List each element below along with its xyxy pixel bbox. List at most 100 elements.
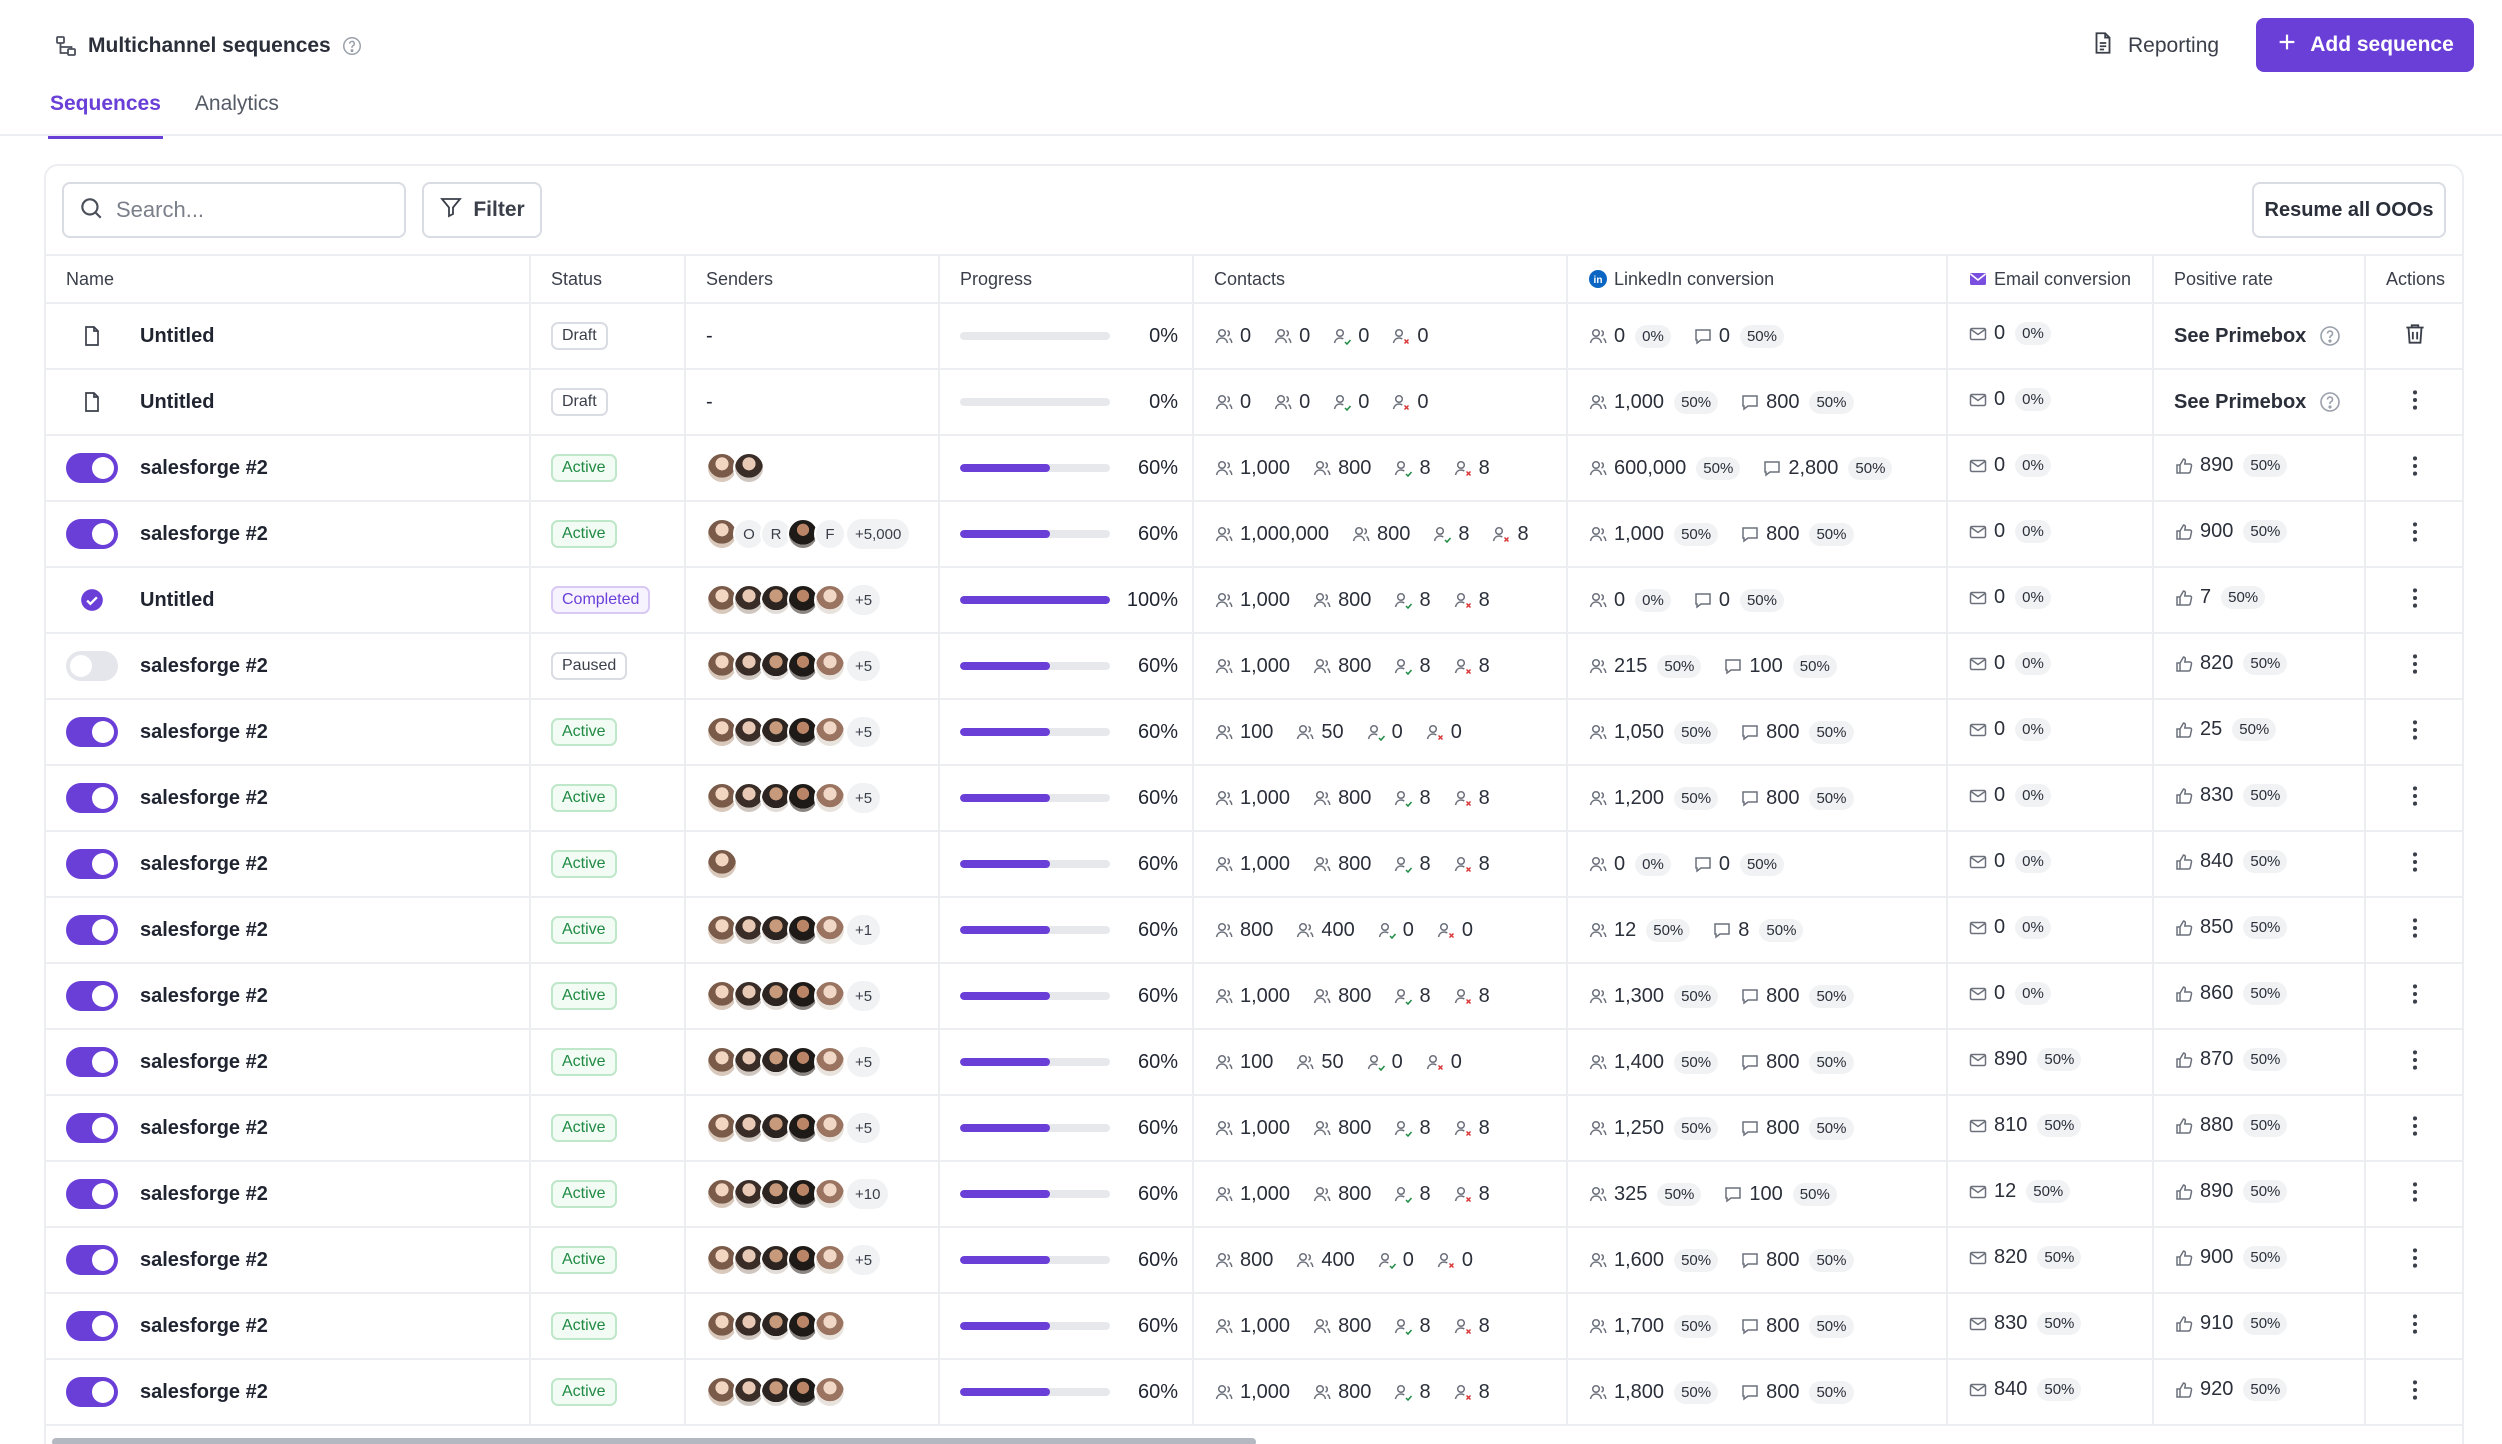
sequence-toggle[interactable]	[66, 981, 118, 1011]
table-row[interactable]: salesforge #2 Active 60% 1,000 800 8 8 1,80…	[46, 1359, 2462, 1426]
sequence-toggle[interactable]	[66, 1113, 118, 1143]
sequence-name[interactable]: salesforge #2	[140, 1249, 268, 1272]
help-icon[interactable]	[341, 35, 363, 57]
senders-stack[interactable]: +5	[706, 716, 937, 748]
sequence-toggle[interactable]	[66, 1311, 118, 1341]
sequence-toggle[interactable]	[66, 1245, 118, 1275]
col-status[interactable]: Status	[530, 254, 686, 304]
sequence-name[interactable]: Untitled	[140, 391, 214, 414]
more-vertical-icon[interactable]	[2400, 781, 2430, 811]
table-row[interactable]: salesforge #2 Active +5 60% 100 50 0 0 1,40…	[46, 1029, 2462, 1096]
sequence-toggle[interactable]	[66, 1047, 118, 1077]
reporting-link[interactable]: Reporting	[2090, 24, 2219, 68]
table-row[interactable]: salesforge #2 Active +1 60% 800 400 0 0 12 5…	[46, 897, 2462, 964]
sequence-toggle[interactable]	[66, 915, 118, 945]
sequence-toggle[interactable]	[66, 519, 118, 549]
col-contacts[interactable]: Contacts	[1193, 254, 1568, 304]
more-vertical-icon[interactable]	[2400, 451, 2430, 481]
table-row[interactable]: salesforge #2 Active 60% 1,000 800 8 8 600,…	[46, 435, 2462, 502]
more-vertical-icon[interactable]	[2400, 847, 2430, 877]
search-input[interactable]	[116, 197, 386, 223]
more-vertical-icon[interactable]	[2400, 979, 2430, 1009]
more-vertical-icon[interactable]	[2400, 1243, 2430, 1273]
more-vertical-icon[interactable]	[2400, 1045, 2430, 1075]
senders-stack[interactable]: +5	[706, 584, 937, 616]
col-positive-rate[interactable]: Positive rate	[2153, 254, 2366, 304]
senders-stack[interactable]: +5	[706, 1244, 937, 1276]
table-row[interactable]: salesforge #2 Active +5 60% 1,000 800 8 8 1…	[46, 963, 2462, 1030]
sequence-name[interactable]: salesforge #2	[140, 721, 268, 744]
senders-stack[interactable]: +5	[706, 980, 937, 1012]
sequence-name[interactable]: Untitled	[140, 325, 214, 348]
tab-sequences[interactable]: Sequences	[48, 92, 163, 139]
sequence-name[interactable]: salesforge #2	[140, 457, 268, 480]
more-vertical-icon[interactable]	[2400, 1177, 2430, 1207]
resume-all-ooos-button[interactable]: Resume all OOOs	[2252, 182, 2446, 238]
col-linkedin-conversion[interactable]: in LinkedIn conversion	[1567, 254, 1948, 304]
sequence-toggle[interactable]	[66, 849, 118, 879]
more-vertical-icon[interactable]	[2400, 583, 2430, 613]
table-row[interactable]: salesforge #2 Paused +5 60% 1,000 800 8 8 2…	[46, 633, 2462, 700]
filter-button[interactable]: Filter	[422, 182, 542, 238]
more-vertical-icon[interactable]	[2400, 913, 2430, 943]
senders-stack[interactable]	[706, 1310, 937, 1342]
senders-stack[interactable]: +5	[706, 1046, 937, 1078]
more-vertical-icon[interactable]	[2400, 1309, 2430, 1339]
senders-stack[interactable]: +1	[706, 914, 937, 946]
senders-stack[interactable]: O R F +5,000	[706, 518, 937, 550]
sequence-toggle[interactable]	[66, 1377, 118, 1407]
senders-stack[interactable]: +10	[706, 1178, 937, 1210]
see-primebox-link[interactable]: See Primebox	[2174, 390, 2363, 414]
table-row[interactable]: Untitled Completed +5 100% 1,000 800 8 8 00…	[46, 567, 2462, 634]
table-row[interactable]: salesforge #2 Active O R F +5,000 60% 1,000…	[46, 501, 2462, 568]
search-box[interactable]	[62, 182, 406, 238]
sequence-name[interactable]: salesforge #2	[140, 1117, 268, 1140]
col-name[interactable]: Name	[46, 254, 531, 304]
sequence-toggle[interactable]	[66, 717, 118, 747]
more-vertical-icon[interactable]	[2400, 1375, 2430, 1405]
see-primebox-link[interactable]: See Primebox	[2174, 324, 2363, 348]
more-vertical-icon[interactable]	[2400, 715, 2430, 745]
table-row[interactable]: salesforge #2 Active +5 60% 1,000 800 8 8 1…	[46, 765, 2462, 832]
more-vertical-icon[interactable]	[2400, 517, 2430, 547]
more-vertical-icon[interactable]	[2400, 385, 2430, 415]
sequence-name[interactable]: salesforge #2	[140, 919, 268, 942]
scrollbar-thumb[interactable]	[52, 1438, 1256, 1444]
sequence-name[interactable]: salesforge #2	[140, 1051, 268, 1074]
senders-stack[interactable]	[706, 848, 937, 880]
sequence-name[interactable]: salesforge #2	[140, 1315, 268, 1338]
table-row[interactable]: salesforge #2 Active +5 60% 800 400 0 0 1,6…	[46, 1227, 2462, 1294]
horizontal-scrollbar[interactable]	[46, 1434, 2462, 1444]
table-row[interactable]: salesforge #2 Active +5 60% 1,000 800 8 8 1…	[46, 1095, 2462, 1162]
table-row[interactable]: salesforge #2 Active +10 60% 1,000 800 8 8 …	[46, 1161, 2462, 1228]
more-vertical-icon[interactable]	[2400, 1111, 2430, 1141]
more-vertical-icon[interactable]	[2400, 649, 2430, 679]
sequence-name[interactable]: salesforge #2	[140, 523, 268, 546]
senders-stack[interactable]: +5	[706, 650, 937, 682]
add-sequence-button[interactable]: Add sequence	[2256, 18, 2474, 72]
trash-icon[interactable]	[2400, 319, 2430, 349]
table-row[interactable]: Untitled Draft - 0% 0000 1,000 50% 800 50%…	[46, 369, 2462, 436]
sequence-name[interactable]: salesforge #2	[140, 1381, 268, 1404]
senders-stack[interactable]	[706, 452, 937, 484]
tab-analytics[interactable]: Analytics	[193, 92, 281, 139]
table-row[interactable]: salesforge #2 Active 60% 1,000 800 8 8 0 0% …	[46, 831, 2462, 898]
table-row[interactable]: Untitled Draft - 0% 0000 0 0% 0 50% 0 0% Se…	[46, 303, 2462, 370]
sequence-toggle[interactable]	[66, 1179, 118, 1209]
sequence-name[interactable]: salesforge #2	[140, 1183, 268, 1206]
table-row[interactable]: salesforge #2 Active +5 60% 100 50 0 0 1,05…	[46, 699, 2462, 766]
senders-stack[interactable]	[706, 1376, 937, 1408]
sequence-name[interactable]: Untitled	[140, 589, 214, 612]
sequence-name[interactable]: salesforge #2	[140, 985, 268, 1008]
sequence-name[interactable]: salesforge #2	[140, 853, 268, 876]
sequence-toggle[interactable]	[66, 783, 118, 813]
col-email-conversion[interactable]: Email conversion	[1947, 254, 2154, 304]
senders-stack[interactable]: +5	[706, 1112, 937, 1144]
sequence-toggle[interactable]	[66, 651, 118, 681]
senders-stack[interactable]: +5	[706, 782, 937, 814]
sequence-name[interactable]: salesforge #2	[140, 655, 268, 678]
sequence-name[interactable]: salesforge #2	[140, 787, 268, 810]
col-progress[interactable]: Progress	[939, 254, 1194, 304]
table-row[interactable]: salesforge #2 Active 60% 1,000 800 8 8 1,70…	[46, 1293, 2462, 1360]
col-senders[interactable]: Senders	[685, 254, 940, 304]
